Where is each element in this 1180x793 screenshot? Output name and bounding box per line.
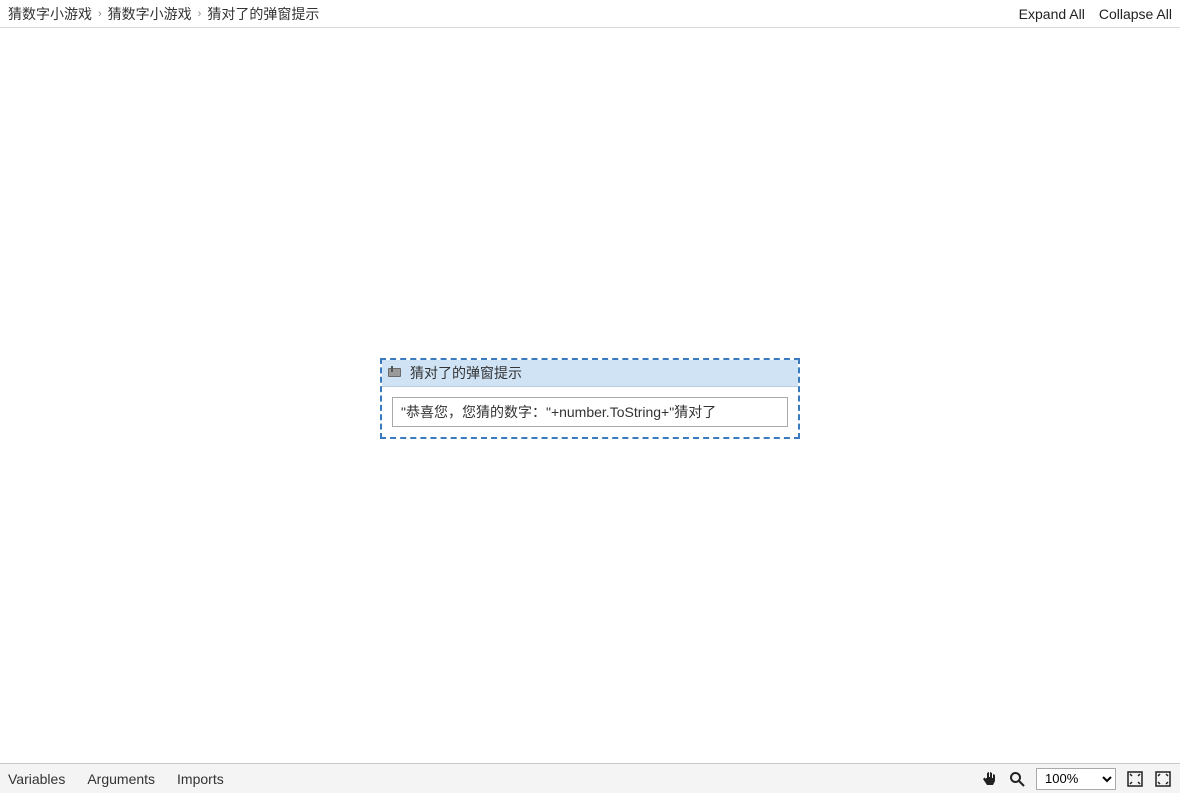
tab-imports[interactable]: Imports xyxy=(177,771,224,787)
breadcrumb-item-2[interactable]: 猜对了的弹窗提示 xyxy=(207,4,319,24)
message-box-activity[interactable]: 猜对了的弹窗提示 "恭喜您，您猜的数字："+number.ToString+"猜… xyxy=(380,358,800,439)
tab-variables[interactable]: Variables xyxy=(8,771,65,787)
zoom-icon[interactable] xyxy=(1008,770,1026,788)
message-expression-input[interactable]: "恭喜您，您猜的数字："+number.ToString+"猜对了 xyxy=(392,397,788,427)
pan-icon[interactable] xyxy=(980,770,998,788)
overview-icon[interactable] xyxy=(1154,770,1172,788)
top-actions: Expand All Collapse All xyxy=(1019,6,1172,22)
activity-body: "恭喜您，您猜的数字："+number.ToString+"猜对了 xyxy=(382,387,798,437)
designer-canvas[interactable]: 猜对了的弹窗提示 "恭喜您，您猜的数字："+number.ToString+"猜… xyxy=(0,28,1180,763)
top-bar: 猜数字小游戏 › 猜数字小游戏 › 猜对了的弹窗提示 Expand All Co… xyxy=(0,0,1180,28)
breadcrumb: 猜数字小游戏 › 猜数字小游戏 › 猜对了的弹窗提示 xyxy=(8,4,1019,24)
expand-all-button[interactable]: Expand All xyxy=(1019,6,1085,22)
bottom-bar: Variables Arguments Imports 100% xyxy=(0,763,1180,793)
collapse-all-button[interactable]: Collapse All xyxy=(1099,6,1172,22)
chevron-right-icon: › xyxy=(98,8,102,20)
activity-header[interactable]: 猜对了的弹窗提示 xyxy=(382,360,798,387)
breadcrumb-item-0[interactable]: 猜数字小游戏 xyxy=(8,4,92,24)
breadcrumb-item-1[interactable]: 猜数字小游戏 xyxy=(108,4,192,24)
zoom-select[interactable]: 100% xyxy=(1036,768,1116,790)
message-box-icon xyxy=(388,366,404,380)
chevron-right-icon: › xyxy=(198,8,202,20)
activity-title: 猜对了的弹窗提示 xyxy=(410,363,522,383)
bottom-tabs: Variables Arguments Imports xyxy=(8,771,960,787)
fit-to-screen-icon[interactable] xyxy=(1126,770,1144,788)
bottom-tools: 100% xyxy=(980,768,1172,790)
tab-arguments[interactable]: Arguments xyxy=(87,771,155,787)
